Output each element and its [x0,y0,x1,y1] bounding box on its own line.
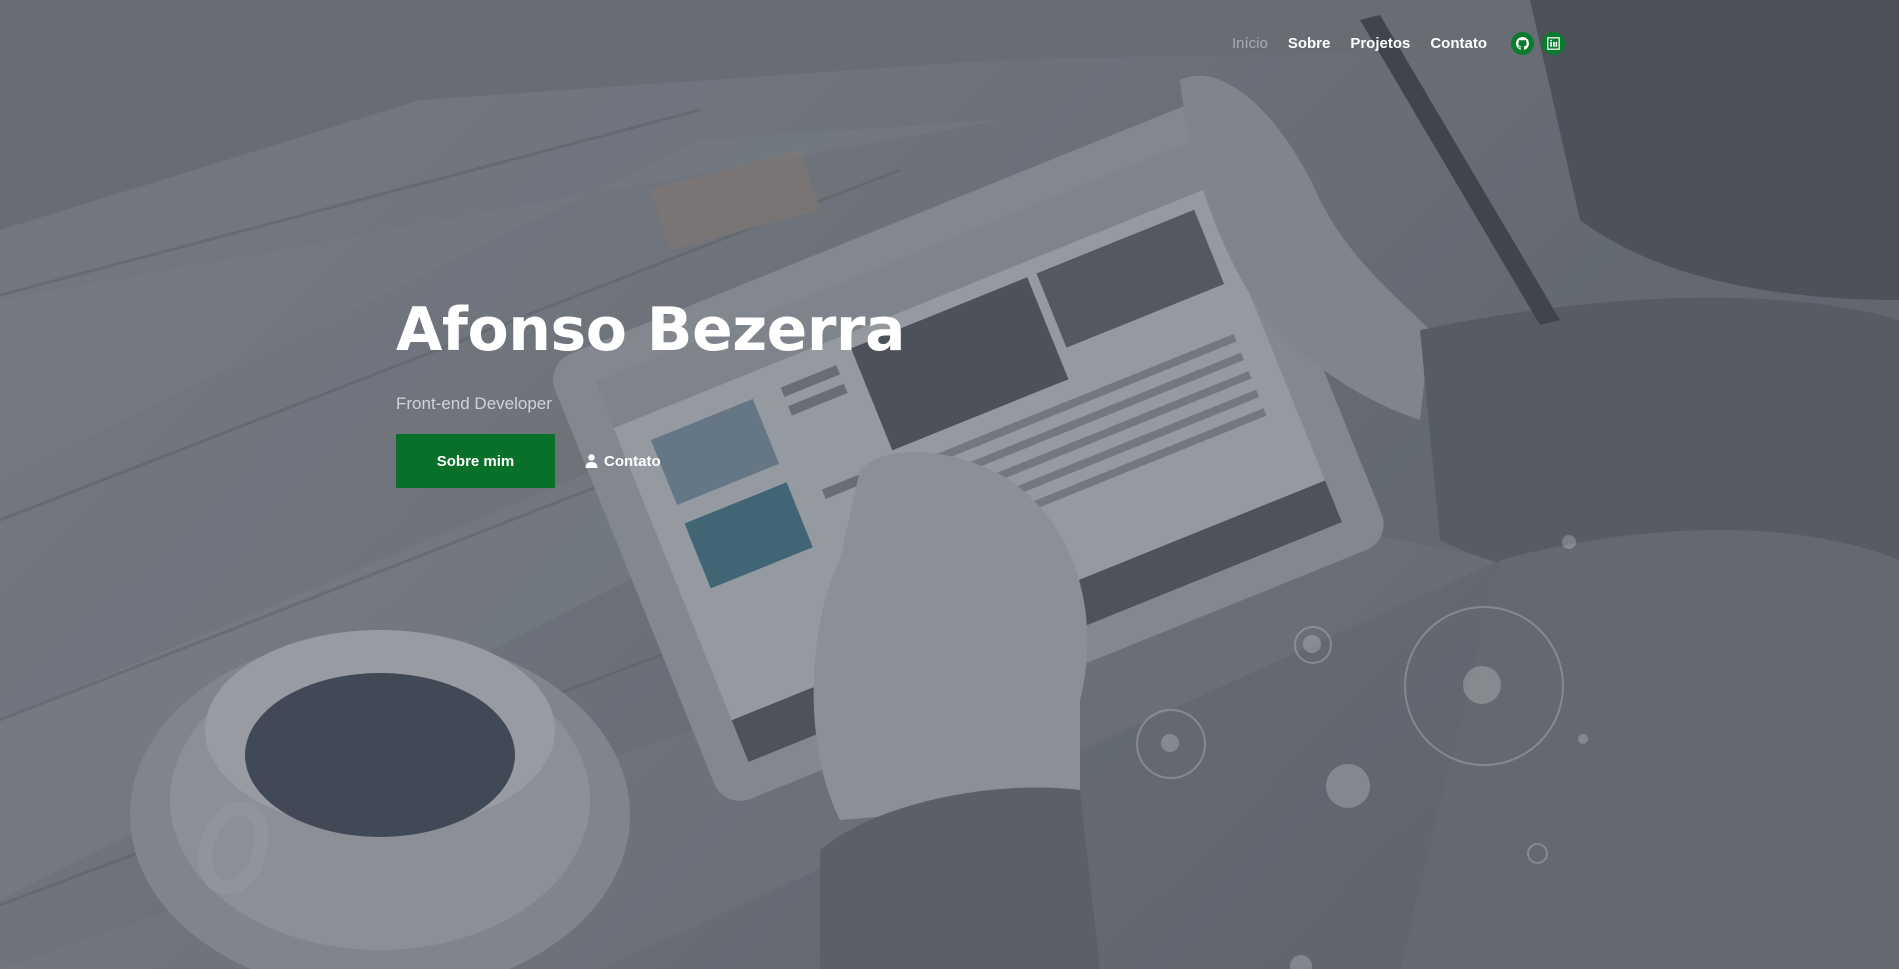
decorative-bubble [1527,843,1548,864]
nav-link-sobre[interactable]: Sobre [1288,35,1331,52]
about-me-button[interactable]: Sobre mim [396,434,555,488]
user-icon [585,454,598,468]
main-nav: Início Sobre Projetos Contato [1212,32,1565,55]
nav-link-projetos[interactable]: Projetos [1350,35,1410,52]
hero-overlay [0,0,1899,969]
hero-subtitle: Front-end Developer [396,394,552,413]
hero-title: Afonso Bezerra [396,295,906,365]
decorative-bubble [1161,734,1179,752]
social-icons [1511,32,1565,55]
decorative-bubble [1562,535,1576,549]
decorative-bubble [1303,635,1321,653]
hero-section: Início Sobre Projetos Contato Afonso Bez… [0,0,1899,969]
decorative-bubble [1463,666,1501,704]
hero-actions: Sobre mim Contato [396,434,905,488]
linkedin-icon[interactable] [1542,32,1565,55]
hero-content: Afonso Bezerra Front-end Developer Sobre… [396,290,906,488]
decorative-bubble [1578,734,1588,744]
nav-link-contato[interactable]: Contato [1430,35,1487,52]
decorative-bubble [1326,764,1370,808]
contact-button[interactable]: Contato [585,453,661,470]
contact-button-label: Contato [604,452,661,470]
nav-link-inicio[interactable]: Início [1232,35,1268,52]
github-icon[interactable] [1511,32,1534,55]
